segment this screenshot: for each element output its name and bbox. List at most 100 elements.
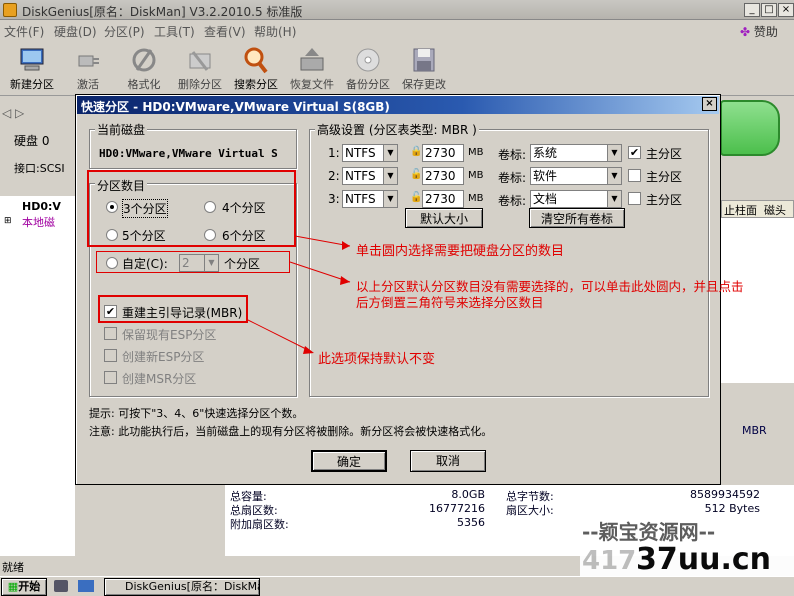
partition-table-header: 止柱面 磁头 — [721, 200, 794, 218]
taskbar-app-button[interactable]: DiskGenius[原名：DiskMan — [104, 578, 260, 596]
disk-label: 硬盘 0 — [14, 134, 50, 148]
menu-partition[interactable]: 分区(P) — [104, 23, 145, 40]
annotation-text-3: 后方倒置三角符号来选择分区数目 — [356, 295, 544, 310]
size-input[interactable]: 2730 — [422, 190, 464, 208]
size-unit: MB — [468, 170, 484, 181]
current-disk-value: HD0:VMware,VMware Virtual S — [99, 147, 278, 160]
primary-label[interactable]: 主分区 — [646, 145, 682, 162]
tree-local-item[interactable]: 本地磁 — [22, 214, 55, 230]
default-size-button[interactable]: 默认大小 — [405, 208, 483, 228]
note-text: 注意: 此功能执行后，当前磁盘上的现有分区将被删除。新分区将会被快速格式化。 — [89, 425, 493, 438]
create-msr-label: 创建MSR分区 — [122, 372, 197, 386]
create-msr-checkbox[interactable] — [104, 371, 117, 384]
menu-help[interactable]: 帮助(H) — [254, 23, 296, 40]
size-input[interactable]: 2730 — [422, 144, 464, 162]
volume-label-select[interactable]: 系统 ▼ — [530, 144, 622, 162]
tip-text: 提示: 可按下"3、4、6"快速选择分区个数。 — [89, 407, 304, 420]
annotation-box-custom — [96, 251, 290, 273]
annotation-text-1: 单击圆内选择需要把硬盘分区的数目 — [356, 244, 565, 259]
app-icon — [3, 3, 17, 17]
quicklaunch-icon[interactable] — [54, 580, 68, 592]
menu-tools[interactable]: 工具(T) — [154, 23, 195, 40]
volume-label-select[interactable]: 文档 ▼ — [530, 190, 622, 208]
size-input[interactable]: 2730 — [422, 167, 464, 185]
clear-labels-button[interactable]: 清空所有卷标 — [529, 208, 625, 228]
primary-label[interactable]: 主分区 — [646, 168, 682, 185]
toolbar: 新建分区 激活 格式化 删除分区 搜索分区 恢复文件 备份分区 保存更改 — [0, 40, 794, 96]
size-unit: MB — [468, 193, 484, 204]
dialog-title: 快速分区 - HD0:VMware,VMware Virtual S(8GB) — [81, 100, 390, 114]
nav-arrows[interactable]: ◁ ▷ — [2, 106, 24, 120]
format-button[interactable]: 格式化 — [116, 42, 172, 94]
header-end-cylinder[interactable]: 止柱面 — [724, 202, 757, 218]
annotation-text-4: 此选项保持默认不变 — [318, 352, 436, 367]
primary-label[interactable]: 主分区 — [646, 191, 682, 208]
menu-file[interactable]: 文件(F) — [4, 23, 44, 40]
annotation-box-count — [87, 170, 296, 247]
size-unit: MB — [468, 147, 484, 158]
save-changes-button[interactable]: 保存更改 — [396, 42, 452, 94]
recover-files-button[interactable]: 恢复文件 — [284, 42, 340, 94]
fs-select[interactable]: NTFS ▼ — [342, 167, 398, 185]
annotation-box-mbr — [98, 295, 248, 323]
disk-tree: HD0:V 本地磁 ⊞ — [0, 196, 75, 556]
new-partition-button[interactable]: 新建分区 — [4, 42, 60, 94]
dialog-close-button[interactable]: × — [702, 97, 717, 111]
main-title-bar: DiskGenius[原名：DiskMan] V3.2.2010.5 标准版 _… — [0, 0, 794, 20]
keep-esp-checkbox[interactable] — [104, 327, 117, 340]
info-value: 16777216 — [429, 502, 485, 515]
info-value: 8589934592 — [690, 488, 760, 501]
ok-button[interactable]: 确定 — [311, 450, 387, 472]
left-panel: ◁ ▷ 硬盘 0 接口:SCSI HD0:V 本地磁 ⊞ — [0, 96, 75, 556]
unlock-icon[interactable]: 🔓 — [410, 169, 422, 181]
minimize-button[interactable]: _ — [744, 3, 760, 17]
search-partition-button[interactable]: 搜索分区 — [228, 42, 284, 94]
primary-checkbox[interactable] — [628, 192, 641, 205]
tree-expand-icon[interactable]: ⊞ — [4, 216, 12, 226]
volume-label-caption: 卷标: — [498, 148, 527, 162]
lock-icon[interactable]: 🔒 — [410, 146, 422, 158]
volume-label-caption: 卷标: — [498, 171, 527, 185]
fs-select[interactable]: NTFS ▼ — [342, 190, 398, 208]
backup-icon — [356, 48, 380, 72]
create-esp-label: 创建新ESP分区 — [122, 350, 205, 364]
row-number: 3: — [328, 192, 340, 206]
desktop-icon[interactable] — [78, 580, 94, 592]
delete-partition-button[interactable]: 删除分区 — [172, 42, 228, 94]
interface-label: 接口:SCSI — [14, 162, 65, 175]
info-value: 5356 — [457, 516, 485, 529]
recover-icon — [300, 48, 324, 71]
status-bar: 就绪 — [0, 556, 794, 576]
primary-checkbox[interactable]: ✔ — [628, 146, 641, 159]
donate-link[interactable]: ✤ 赞助 — [740, 23, 778, 40]
partition-table-body — [721, 218, 794, 383]
watermark-top: --颖宝资源网-- — [582, 520, 716, 544]
unlock-icon[interactable]: 🔓 — [410, 192, 422, 204]
advanced-settings-label: 高级设置 (分区表类型: MBR ) — [315, 121, 479, 138]
disk-map-area — [720, 96, 794, 196]
primary-checkbox[interactable] — [628, 169, 641, 182]
partition-type-value: MBR — [742, 424, 767, 437]
menu-disk[interactable]: 硬盘(D) — [54, 23, 97, 40]
plug-icon — [78, 55, 99, 67]
header-head[interactable]: 磁头 — [764, 202, 786, 218]
menu-view[interactable]: 查看(V) — [204, 23, 246, 40]
computer-icon — [20, 48, 44, 71]
activate-button[interactable]: 激活 — [60, 42, 116, 94]
search-icon — [244, 47, 268, 74]
backup-partition-button[interactable]: 备份分区 — [340, 42, 396, 94]
info-value: 512 Bytes — [704, 502, 760, 515]
close-button[interactable]: × — [778, 3, 794, 17]
create-esp-checkbox[interactable] — [104, 349, 117, 362]
cancel-button[interactable]: 取消 — [410, 450, 486, 472]
status-text: 就绪 — [2, 561, 24, 574]
tree-disk-item[interactable]: HD0:V — [22, 200, 61, 213]
volume-label-select[interactable]: 软件 ▼ — [530, 167, 622, 185]
menu-bar: 文件(F) 硬盘(D) 分区(P) 工具(T) 查看(V) 帮助(H) ✤ 赞助 — [0, 20, 794, 40]
row-number: 2: — [328, 169, 340, 183]
volume-label-caption: 卷标: — [498, 194, 527, 208]
fs-select[interactable]: NTFS ▼ — [342, 144, 398, 162]
maximize-button[interactable]: □ — [761, 3, 777, 17]
start-button[interactable]: ▦开始 — [1, 578, 47, 596]
format-icon — [132, 48, 156, 72]
